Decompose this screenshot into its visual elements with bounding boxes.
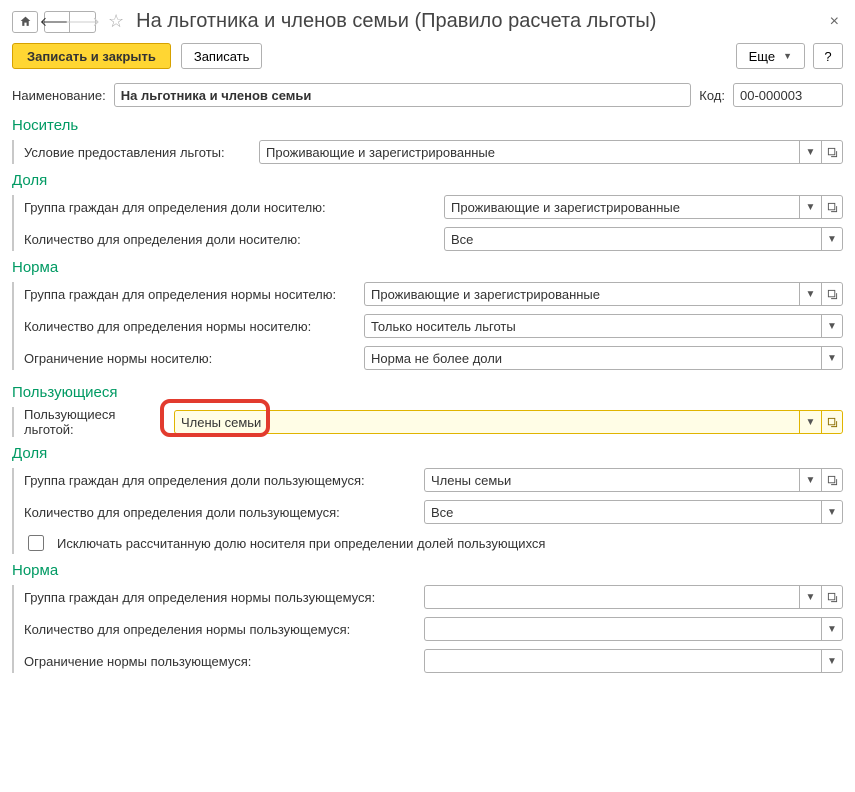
section-users: Пользующиеся <box>12 384 843 401</box>
users-who-combo[interactable]: Члены семьи ▼ <box>174 410 843 434</box>
section-carrier-share: Доля <box>12 172 843 189</box>
chevron-down-icon[interactable]: ▼ <box>821 346 843 370</box>
users-norm-group-label: Группа граждан для определения нормы пол… <box>24 590 424 605</box>
chevron-down-icon[interactable]: ▼ <box>821 617 843 641</box>
exclude-label: Исключать рассчитанную долю носителя при… <box>57 536 545 551</box>
home-button[interactable] <box>12 11 38 33</box>
chevron-down-icon[interactable]: ▼ <box>821 649 843 673</box>
exclude-checkbox[interactable] <box>28 535 44 551</box>
chevron-down-icon[interactable]: ▼ <box>799 410 821 434</box>
open-icon[interactable] <box>821 195 843 219</box>
chevron-down-icon[interactable]: ▼ <box>821 314 843 338</box>
users-norm-qty-combo[interactable]: ▼ <box>424 617 843 641</box>
chevron-down-icon[interactable]: ▼ <box>799 195 821 219</box>
open-icon[interactable] <box>821 585 843 609</box>
users-who-label: Пользующиеся льготой: <box>24 407 174 437</box>
chevron-down-icon[interactable]: ▼ <box>799 140 821 164</box>
name-input[interactable]: На льготника и членов семьи <box>114 83 692 107</box>
chevron-down-icon[interactable]: ▼ <box>799 585 821 609</box>
name-label: Наименование: <box>12 88 106 103</box>
carrier-norm-qty-label: Количество для определения нормы носител… <box>24 319 364 334</box>
carrier-norm-group-combo[interactable]: Проживающие и зарегистрированные ▼ <box>364 282 843 306</box>
cond-combo[interactable]: Проживающие и зарегистрированные ▼ <box>259 140 843 164</box>
carrier-norm-limit-label: Ограничение нормы носителю: <box>24 351 364 366</box>
section-carrier: Носитель <box>12 117 843 134</box>
carrier-share-qty-label: Количество для определения доли носителю… <box>24 232 444 247</box>
section-users-norm: Норма <box>12 562 843 579</box>
carrier-norm-qty-combo[interactable]: Только носитель льготы ▼ <box>364 314 843 338</box>
chevron-down-icon[interactable]: ▼ <box>799 282 821 306</box>
carrier-share-qty-combo[interactable]: Все ▼ <box>444 227 843 251</box>
users-norm-group-combo[interactable]: ▼ <box>424 585 843 609</box>
open-icon[interactable] <box>821 282 843 306</box>
code-label: Код: <box>699 88 725 103</box>
section-users-share: Доля <box>12 445 843 462</box>
users-norm-limit-label: Ограничение нормы пользующемуся: <box>24 654 424 669</box>
open-icon[interactable] <box>821 410 843 434</box>
save-close-button[interactable]: Записать и закрыть <box>12 43 171 69</box>
users-share-group-combo[interactable]: Члены семьи ▼ <box>424 468 843 492</box>
chevron-down-icon[interactable]: ▼ <box>821 227 843 251</box>
forward-button[interactable]: 🡒 <box>70 11 96 33</box>
chevron-down-icon: ▼ <box>783 51 792 61</box>
more-button[interactable]: Еще ▼ <box>736 43 805 69</box>
help-button[interactable]: ? <box>813 43 843 69</box>
close-icon[interactable]: × <box>826 13 843 31</box>
page-title: На льготника и членов семьи (Правило рас… <box>136 10 656 33</box>
chevron-down-icon[interactable]: ▼ <box>821 500 843 524</box>
carrier-norm-limit-combo[interactable]: Норма не более доли ▼ <box>364 346 843 370</box>
chevron-down-icon[interactable]: ▼ <box>799 468 821 492</box>
open-icon[interactable] <box>821 468 843 492</box>
users-share-group-label: Группа граждан для определения доли поль… <box>24 473 424 488</box>
section-carrier-norm: Норма <box>12 259 843 276</box>
users-norm-qty-label: Количество для определения нормы пользую… <box>24 622 424 637</box>
cond-label: Условие предоставления льготы: <box>24 145 259 160</box>
open-icon[interactable] <box>821 140 843 164</box>
carrier-share-group-combo[interactable]: Проживающие и зарегистрированные ▼ <box>444 195 843 219</box>
star-icon[interactable]: ☆ <box>108 11 124 32</box>
carrier-norm-group-label: Группа граждан для определения нормы нос… <box>24 287 364 302</box>
users-share-qty-label: Количество для определения доли пользующ… <box>24 505 424 520</box>
users-norm-limit-combo[interactable]: ▼ <box>424 649 843 673</box>
users-share-qty-combo[interactable]: Все ▼ <box>424 500 843 524</box>
code-input[interactable]: 00-000003 <box>733 83 843 107</box>
save-button[interactable]: Записать <box>181 43 263 69</box>
carrier-share-group-label: Группа граждан для определения доли носи… <box>24 200 444 215</box>
